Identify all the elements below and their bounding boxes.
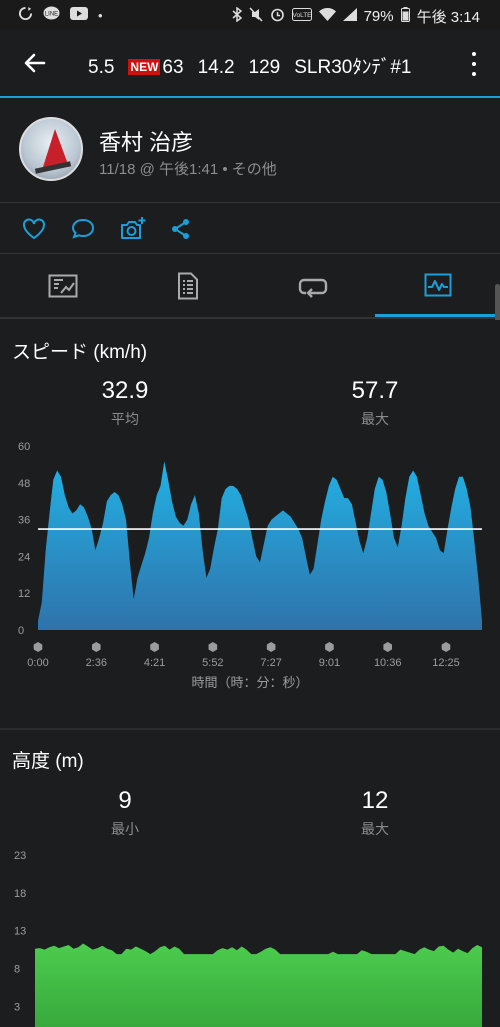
more-vert-icon bbox=[472, 52, 476, 56]
y-tick-label: 23 bbox=[14, 850, 26, 862]
y-tick-label: 24 bbox=[18, 551, 30, 563]
battery-icon bbox=[400, 7, 410, 26]
title-item: 14.2 bbox=[197, 57, 235, 78]
altitude-min-label: 最小 bbox=[111, 821, 139, 837]
x-tick-marker bbox=[441, 642, 451, 652]
system-icons: VoLTE 79% 午後 3:14 bbox=[232, 6, 480, 27]
overflow-menu-button[interactable] bbox=[470, 52, 478, 76]
y-tick-label: 18 bbox=[14, 888, 26, 900]
speed-avg-label: 平均 bbox=[111, 411, 139, 427]
laps-icon bbox=[298, 278, 327, 298]
speed-x-axis-label: 時間（時：分：秒） bbox=[191, 675, 309, 690]
altitude-chart[interactable]: 3 8 13 18 23 bbox=[0, 847, 500, 1027]
chart-icon bbox=[424, 273, 451, 296]
heart-icon bbox=[23, 218, 45, 240]
camera-plus-icon bbox=[121, 217, 146, 239]
series-area bbox=[38, 461, 482, 630]
comment-button[interactable] bbox=[70, 216, 96, 242]
notification-icons: LINE • bbox=[18, 6, 103, 25]
bluetooth-icon bbox=[232, 6, 242, 26]
y-tick-label: 13 bbox=[14, 926, 26, 938]
title-item: 5.5 bbox=[88, 57, 115, 78]
x-tick-label: 12:25 bbox=[432, 657, 460, 669]
y-tick-label: 12 bbox=[18, 588, 30, 600]
altitude-title: 高度 (m) bbox=[12, 751, 84, 772]
profile-header: 香村 治彦 11/18 @ 午後1:41 • その他 bbox=[0, 100, 500, 203]
x-tick-marker bbox=[325, 642, 334, 652]
speed-avg-value: 32.9 bbox=[101, 377, 149, 404]
avatar[interactable] bbox=[19, 117, 83, 181]
x-tick-marker bbox=[383, 642, 393, 652]
speed-max-value: 57.7 bbox=[351, 377, 399, 404]
more-notifications-icon: • bbox=[98, 7, 103, 23]
svg-text:VoLTE: VoLTE bbox=[292, 12, 312, 19]
activity-meta: 11/18 @ 午後1:41 • その他 bbox=[99, 161, 277, 178]
x-tick-label: 7:27 bbox=[260, 657, 281, 669]
tab-laps[interactable] bbox=[250, 255, 375, 317]
altitude-max-value: 12 bbox=[361, 787, 389, 814]
signal-icon bbox=[342, 8, 357, 25]
y-tick-label: 8 bbox=[14, 963, 20, 975]
volte-icon: VoLTE bbox=[291, 8, 312, 25]
action-bar bbox=[0, 204, 500, 254]
speed-chart[interactable]: 0 12 24 36 48 60 0:00 2:36 4:21 5:52 7:27 9:01 10:36… bbox=[0, 438, 500, 698]
share-button[interactable] bbox=[168, 216, 194, 242]
arrow-left-icon bbox=[24, 53, 46, 73]
wifi-icon bbox=[318, 7, 336, 25]
tab-bar bbox=[0, 255, 500, 319]
x-tick-label: 10:36 bbox=[374, 657, 402, 669]
like-button[interactable] bbox=[21, 216, 47, 242]
y-tick-label: 48 bbox=[18, 478, 30, 490]
tab-stats[interactable] bbox=[125, 255, 250, 317]
x-tick-marker bbox=[266, 642, 276, 652]
youtube-icon bbox=[70, 7, 88, 24]
battery-percent: 79% bbox=[363, 8, 394, 25]
back-button[interactable] bbox=[20, 48, 50, 78]
x-tick-label: 9:01 bbox=[319, 657, 340, 669]
line-app-icon: LINE bbox=[43, 6, 60, 25]
mute-icon bbox=[249, 7, 263, 26]
altitude-max-label: 最大 bbox=[361, 821, 389, 837]
title-item: 129 bbox=[248, 57, 281, 78]
new-badge: NEW bbox=[128, 59, 161, 75]
x-tick-marker bbox=[150, 642, 159, 652]
stats-sheet-icon bbox=[177, 272, 198, 300]
altitude-section: 高度 (m) 9 最小 12 最大 3 8 13 18 23 bbox=[0, 730, 500, 1027]
activity-title: 5.5 NEW 63 14.2 129 SLR30ﾀﾝﾃﾞ#1 bbox=[88, 52, 425, 79]
speed-title: スピード (km/h) bbox=[12, 342, 148, 363]
x-tick-marker bbox=[33, 642, 43, 652]
title-item: SLR30ﾀﾝﾃﾞ#1 bbox=[294, 57, 412, 78]
x-tick-label: 5:52 bbox=[202, 657, 223, 669]
series-area bbox=[35, 943, 482, 1027]
title-item: 63 bbox=[162, 57, 184, 78]
y-tick-label: 60 bbox=[18, 441, 30, 453]
x-tick-label: 0:00 bbox=[27, 657, 48, 669]
y-tick-label: 36 bbox=[18, 515, 30, 527]
x-tick-marker bbox=[91, 642, 101, 652]
status-bar: LINE • VoLTE 79% 午後 3:14 bbox=[0, 0, 500, 30]
tab-overview[interactable] bbox=[0, 255, 125, 317]
x-tick-marker bbox=[208, 642, 218, 652]
toolbar: 5.5 NEW 63 14.2 129 SLR30ﾀﾝﾃﾞ#1 bbox=[0, 30, 500, 98]
y-tick-label: 3 bbox=[14, 1001, 20, 1013]
alarm-icon bbox=[270, 7, 285, 26]
speed-section: スピード (km/h) 32.9 平均 57.7 最大 0 12 24 36 48 60 0… bbox=[0, 320, 500, 728]
altitude-min-value: 9 bbox=[118, 787, 132, 814]
x-tick-label: 4:21 bbox=[144, 657, 165, 669]
comment-icon bbox=[71, 218, 95, 239]
share-icon bbox=[172, 219, 189, 239]
y-tick-label: 0 bbox=[18, 625, 24, 637]
add-photo-button[interactable] bbox=[119, 216, 146, 242]
overview-icon bbox=[48, 274, 77, 298]
x-tick-label: 2:36 bbox=[86, 657, 107, 669]
speed-max-label: 最大 bbox=[361, 411, 389, 427]
tab-charts[interactable] bbox=[375, 255, 500, 317]
sync-icon bbox=[18, 6, 33, 25]
clock: 午後 3:14 bbox=[416, 9, 480, 26]
svg-text:LINE: LINE bbox=[45, 12, 58, 18]
user-name[interactable]: 香村 治彦 bbox=[99, 125, 193, 157]
